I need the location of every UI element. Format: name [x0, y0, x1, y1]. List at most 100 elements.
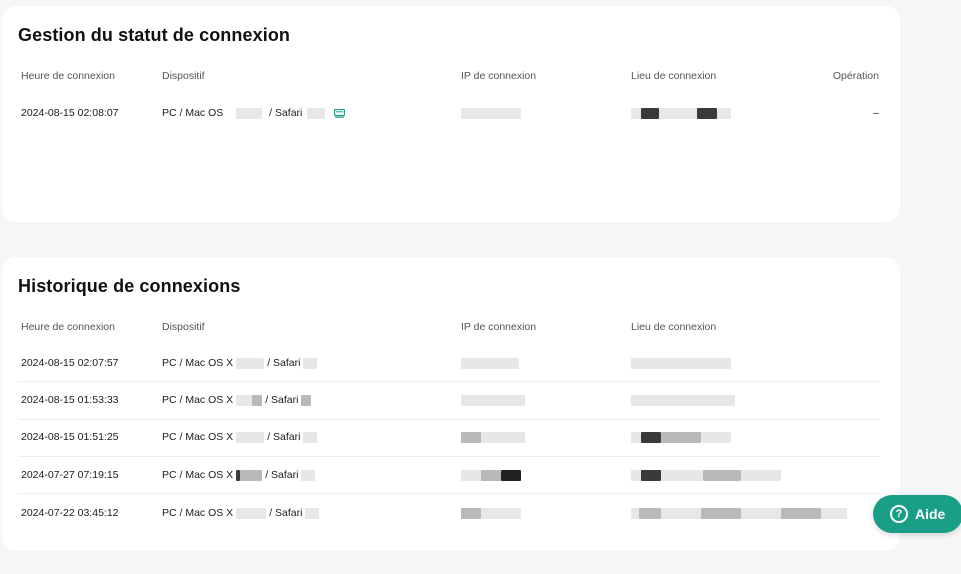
redacted-location [701, 507, 741, 519]
redacted-block [236, 394, 253, 406]
current-device-icon [334, 108, 346, 118]
row-device: PC / Mac OS / Safari [162, 107, 346, 119]
device-os: PC / Mac OS X [162, 394, 234, 406]
row-divider [18, 456, 880, 457]
redacted-location [641, 431, 661, 443]
device-browser: / Safari [265, 469, 299, 481]
redacted-location [631, 469, 641, 481]
redacted-ip [461, 357, 519, 369]
redacted-location [631, 394, 735, 406]
device-browser: / Safari [269, 507, 303, 519]
row-ip [461, 507, 521, 519]
redacted-ip [481, 431, 525, 443]
redacted-ip [461, 469, 481, 481]
redacted-block [252, 394, 263, 406]
redacted-location [641, 469, 661, 481]
device-os: PC / Mac OS X [162, 357, 234, 369]
row-location [631, 357, 731, 369]
device-browser: / Safari [269, 107, 303, 119]
redacted-block [301, 469, 316, 481]
row-location [631, 507, 847, 519]
header-ip: IP de connexion [461, 70, 537, 82]
redacted-ip [461, 394, 525, 406]
row-location [631, 469, 781, 481]
help-button-label: Aide [915, 506, 946, 522]
row-time: 2024-08-15 01:53:33 [21, 394, 119, 406]
redacted-location [659, 107, 697, 119]
device-browser: / Safari [267, 357, 301, 369]
redacted-ip [461, 431, 481, 443]
row-ip [461, 357, 519, 369]
row-time: 2024-08-15 02:07:57 [21, 357, 119, 369]
redacted-location [717, 107, 731, 119]
row-time: 2024-08-15 01:51:25 [21, 431, 119, 443]
redacted-location [631, 431, 641, 443]
row-time: 2024-08-15 02:08:07 [21, 107, 119, 119]
connection-status-card: Gestion du statut de connexion Heure de … [2, 6, 900, 222]
redacted-location [703, 469, 741, 481]
device-os: PC / Mac OS [162, 107, 224, 119]
redacted-ip [501, 469, 521, 481]
device-os: PC / Mac OS X [162, 507, 234, 519]
row-operation: – [873, 107, 879, 119]
redacted-block [305, 507, 320, 519]
redacted-block [303, 357, 318, 369]
redacted-location [631, 507, 639, 519]
device-browser: / Safari [265, 394, 299, 406]
connection-history-title: Historique de connexions [18, 276, 241, 296]
row-ip [461, 107, 521, 119]
row-location [631, 394, 735, 406]
header-time: Heure de connexion [21, 70, 115, 82]
redacted-block [236, 107, 263, 119]
row-device: PC / Mac OS X / Safari [162, 507, 320, 519]
row-ip [461, 469, 521, 481]
redacted-block [303, 431, 318, 443]
redacted-location [661, 431, 701, 443]
redacted-location [631, 357, 731, 369]
row-divider [18, 419, 880, 420]
redacted-block [307, 107, 326, 119]
header-device: Dispositif [162, 321, 205, 333]
redacted-ip [481, 469, 501, 481]
row-device: PC / Mac OS X / Safari [162, 469, 316, 481]
redacted-block [236, 431, 265, 443]
redacted-ip [461, 507, 481, 519]
redacted-location [821, 507, 847, 519]
redacted-block [236, 507, 267, 519]
redacted-location [741, 507, 781, 519]
help-button[interactable]: ? Aide [873, 495, 961, 533]
device-browser: / Safari [267, 431, 301, 443]
row-ip [461, 394, 525, 406]
redacted-location [661, 469, 703, 481]
row-device: PC / Mac OS X / Safari [162, 357, 318, 369]
redacted-location [781, 507, 821, 519]
redacted-location [697, 107, 717, 119]
header-location: Lieu de connexion [631, 70, 717, 82]
redacted-location [641, 107, 659, 119]
header-operation: Opération [832, 70, 879, 82]
row-time: 2024-07-22 03:45:12 [21, 507, 119, 519]
header-location: Lieu de connexion [631, 321, 717, 333]
device-os: PC / Mac OS X [162, 431, 234, 443]
redacted-ip [481, 507, 521, 519]
row-ip [461, 431, 525, 443]
row-device: PC / Mac OS X / Safari [162, 431, 318, 443]
redacted-location [639, 507, 661, 519]
header-ip: IP de connexion [461, 321, 537, 333]
redacted-location [741, 469, 781, 481]
redacted-location [631, 107, 641, 119]
row-location [631, 107, 731, 119]
redacted-ip [461, 107, 521, 119]
redacted-block [240, 469, 263, 481]
device-os: PC / Mac OS X [162, 469, 234, 481]
question-circle-icon: ? [890, 505, 908, 523]
redacted-location [701, 431, 731, 443]
row-location [631, 431, 731, 443]
connection-history-card: Historique de connexions Heure de connex… [2, 257, 900, 551]
row-divider [18, 381, 880, 382]
redacted-block [236, 357, 265, 369]
row-time: 2024-07-27 07:19:15 [21, 469, 119, 481]
header-device: Dispositif [162, 70, 205, 82]
redacted-block [301, 394, 312, 406]
connection-status-title: Gestion du statut de connexion [18, 25, 291, 45]
